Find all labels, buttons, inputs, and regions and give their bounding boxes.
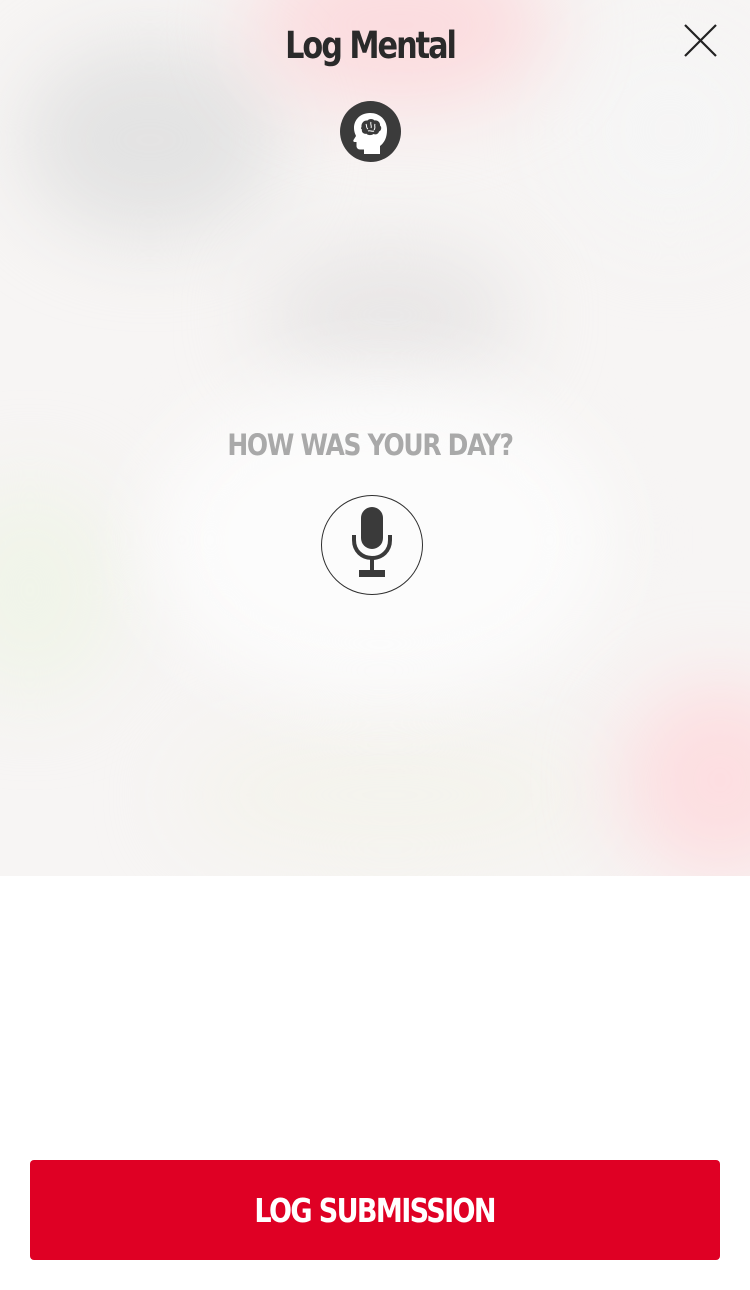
blur-blob bbox=[0, 480, 120, 700]
microphone-icon bbox=[352, 507, 392, 577]
brain-badge bbox=[340, 101, 401, 162]
blur-blob bbox=[180, 720, 600, 870]
close-button[interactable] bbox=[680, 20, 722, 62]
log-submission-button[interactable]: LOG SUBMISSION bbox=[30, 1160, 720, 1260]
close-icon bbox=[684, 24, 717, 57]
brain-icon bbox=[353, 113, 387, 154]
page-title: Log Mental bbox=[285, 24, 457, 67]
blur-blob bbox=[260, 240, 520, 390]
log-submission-label: LOG SUBMISSION bbox=[254, 1190, 497, 1230]
record-voice-button[interactable] bbox=[321, 495, 423, 595]
blur-blob bbox=[620, 680, 750, 876]
blur-blob bbox=[20, 40, 280, 240]
prompt-text: HOW WAS YOUR DAY? bbox=[227, 428, 514, 462]
